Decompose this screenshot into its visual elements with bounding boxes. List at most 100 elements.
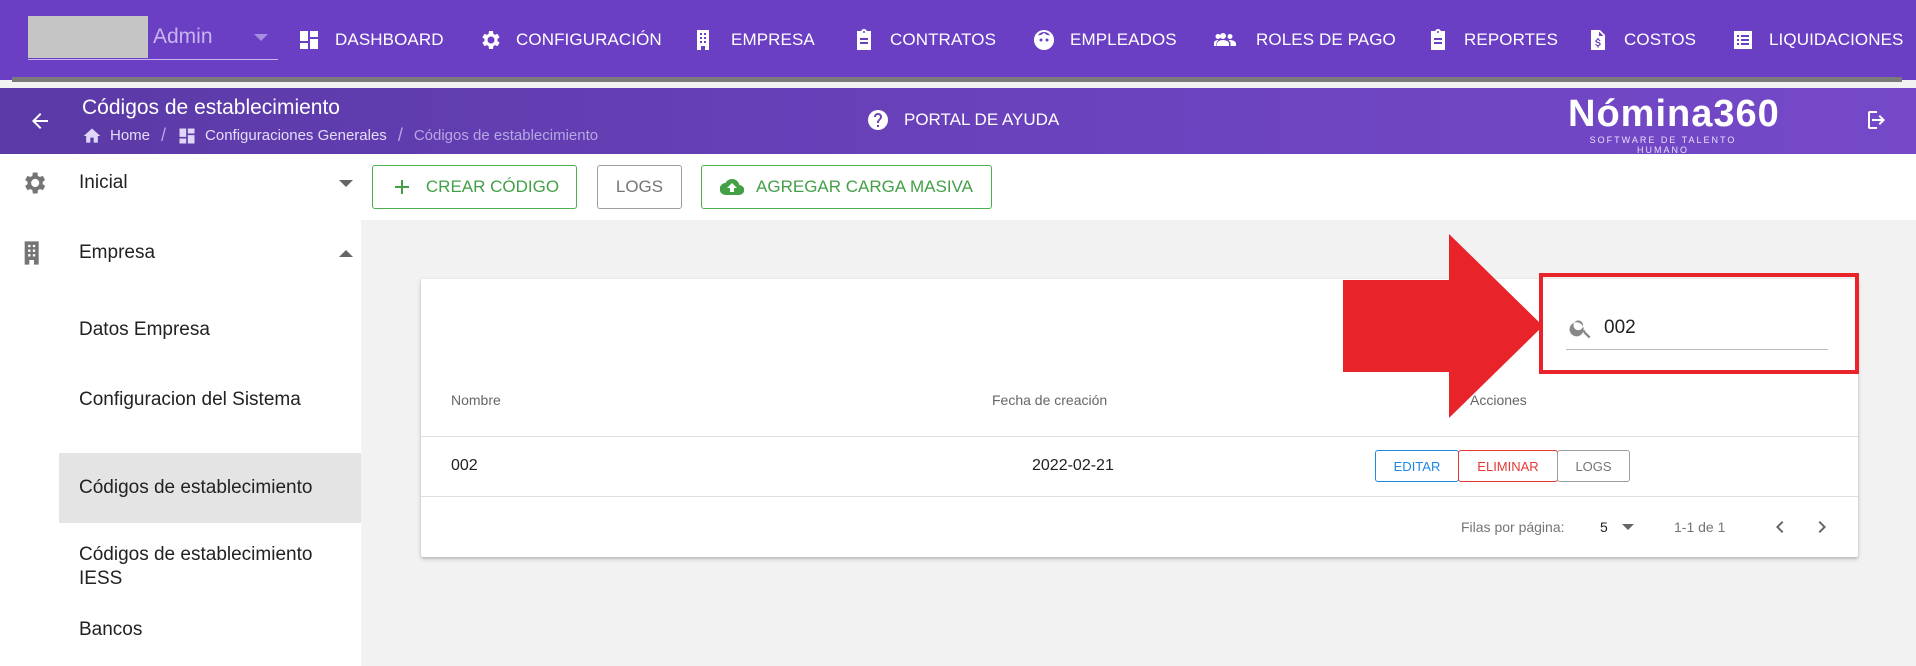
button-label: CREAR CÓDIGO <box>425 177 560 196</box>
help-portal-link[interactable]: PORTAL DE AYUDA <box>866 108 1059 132</box>
sidebar-subitem-label: Datos Empresa <box>79 319 210 340</box>
divider <box>421 496 1858 497</box>
clipboard-icon <box>1431 29 1445 50</box>
nav-label: COSTOS <box>1624 30 1697 49</box>
building-icon <box>20 239 48 267</box>
page-header: Códigos de establecimiento Home / Config… <box>0 88 1916 155</box>
home-icon <box>83 128 101 143</box>
gear-icon <box>20 169 48 197</box>
chevron-down-icon <box>1621 524 1634 530</box>
sidebar-subitem-configuracion-sistema[interactable]: Configuracion del Sistema <box>59 376 361 424</box>
pagination-range: 1-1 de 1 <box>1674 519 1726 535</box>
breadcrumb-label: Configuraciones Generales <box>205 127 387 144</box>
brand-logo: Nómina360 SOFTWARE DE TALENTO HUMANO <box>1568 93 1780 155</box>
list-icon <box>1734 31 1752 49</box>
sidebar-subitem-datos-empresa[interactable]: Datos Empresa <box>59 306 361 354</box>
nav-configuracion[interactable]: CONFIGURACIÓN <box>478 22 662 58</box>
help-icon <box>868 110 888 130</box>
next-page-button[interactable] <box>1810 515 1834 539</box>
clipboard-icon <box>857 29 871 50</box>
gear-icon <box>482 31 500 49</box>
nav-label: ROLES DE PAGO <box>1256 30 1396 49</box>
nav-dashboard[interactable]: DASHBOARD <box>297 22 444 58</box>
row-logs-button[interactable]: LOGS <box>1557 450 1630 482</box>
nav-label: CONFIGURACIÓN <box>516 30 662 49</box>
previous-page-button[interactable] <box>1768 515 1792 539</box>
scrollbar-thumb[interactable] <box>12 77 1902 82</box>
nav-label: LIQUIDACIONES <box>1769 30 1904 49</box>
edit-button[interactable]: EDITAR <box>1375 450 1459 482</box>
back-button[interactable] <box>28 109 52 133</box>
sidebar-item-label: Inicial <box>79 172 128 193</box>
help-label: PORTAL DE AYUDA <box>904 110 1060 129</box>
arrow-left-icon <box>32 113 48 129</box>
logs-button[interactable]: LOGS <box>597 165 682 209</box>
nav-label: DASHBOARD <box>335 30 444 49</box>
sidebar-subitem-label: Códigos de establecimiento <box>79 477 313 498</box>
nav-empresa[interactable]: EMPRESA <box>693 22 815 58</box>
chevron-down-icon <box>339 179 353 187</box>
cell-nombre: 002 <box>451 457 478 474</box>
plus-icon <box>394 180 409 194</box>
brand-name: Nómina360 <box>1568 93 1780 135</box>
nav-reportes[interactable]: REPORTES <box>1426 22 1558 58</box>
building-icon <box>697 30 709 50</box>
column-header-nombre[interactable]: Nombre <box>451 392 501 408</box>
horizontal-scrollbar[interactable] <box>12 77 1902 82</box>
nav-contratos[interactable]: CONTRATOS <box>852 22 996 58</box>
sidebar-item-inicial[interactable]: Inicial <box>0 166 361 200</box>
breadcrumb-home[interactable]: Home <box>82 126 150 146</box>
brand-tagline: SOFTWARE DE TALENTO HUMANO <box>1589 135 1737 155</box>
logout-icon <box>1868 111 1885 129</box>
nav-label: CONTRATOS <box>890 30 997 49</box>
red-arrow-annotation <box>1343 234 1543 418</box>
chevron-left-icon <box>1776 521 1784 533</box>
sidebar-subitem-codigos-iess[interactable]: Códigos de establecimiento IESS <box>59 532 361 602</box>
document-dollar-icon <box>1591 30 1605 50</box>
dashboard-icon <box>179 128 195 143</box>
nav-costos[interactable]: COSTOS <box>1586 22 1696 58</box>
nav-label: EMPRESA <box>731 30 815 49</box>
column-header-fecha[interactable]: Fecha de creación <box>992 392 1107 408</box>
sidebar-subitem-label: Configuracion del Sistema <box>79 389 301 410</box>
breadcrumb-current: Códigos de establecimiento <box>413 127 599 144</box>
bulk-upload-button[interactable]: AGREGAR CARGA MASIVA <box>701 165 992 209</box>
breadcrumb-label: Home <box>110 127 151 144</box>
cell-fecha: 2022-02-21 <box>1032 457 1114 474</box>
breadcrumb-configuraciones[interactable]: Configuraciones Generales <box>177 126 387 146</box>
top-navigation-bar: Admin DASHBOARD CONFIGURACIÓN EMPRESA CO… <box>0 0 1916 82</box>
people-icon <box>1214 33 1236 46</box>
breadcrumb: Home / Configuraciones Generales / Códig… <box>82 125 598 146</box>
breadcrumb-separator: / <box>161 125 167 145</box>
sidebar: Inicial Empresa Datos Empresa Configurac… <box>0 154 361 666</box>
sidebar-subitem-label: Bancos <box>79 619 143 640</box>
sidebar-subitem-codigos-establecimiento[interactable]: Códigos de establecimiento <box>59 453 361 523</box>
nav-label: EMPLEADOS <box>1070 30 1177 49</box>
delete-button[interactable]: ELIMINAR <box>1458 450 1558 482</box>
user-name: Admin <box>153 25 213 48</box>
nav-label: REPORTES <box>1464 30 1559 49</box>
dashboard-icon <box>300 31 318 49</box>
chevron-up-icon <box>339 249 353 257</box>
create-code-button[interactable]: CREAR CÓDIGO <box>372 165 577 209</box>
sidebar-item-label: Empresa <box>79 242 156 263</box>
nav-empleados[interactable]: EMPLEADOS <box>1032 22 1177 58</box>
action-toolbar: CREAR CÓDIGO LOGS AGREGAR CARGA MASIVA <box>361 154 1916 220</box>
button-label: AGREGAR CARGA MASIVA <box>756 177 973 196</box>
cloud-upload-icon <box>720 178 745 196</box>
sidebar-subitem-bancos[interactable]: Bancos <box>59 606 361 654</box>
nav-roles-de-pago[interactable]: ROLES DE PAGO <box>1210 22 1396 58</box>
sidebar-subitem-label: Códigos de establecimiento IESS <box>79 544 313 589</box>
sidebar-item-empresa[interactable]: Empresa <box>0 236 361 270</box>
button-label: LOGS <box>615 177 664 196</box>
nav-liquidaciones[interactable]: LIQUIDACIONES <box>1731 22 1904 58</box>
page-title: Códigos de establecimiento <box>82 96 340 119</box>
breadcrumb-separator: / <box>397 125 403 145</box>
user-menu[interactable]: Admin <box>28 16 278 60</box>
rows-per-page-select[interactable]: 5 <box>1600 519 1634 535</box>
logout-button[interactable] <box>1866 108 1890 132</box>
rows-per-page-value: 5 <box>1600 519 1608 535</box>
divider <box>421 436 1858 437</box>
chevron-down-icon <box>254 34 268 41</box>
chevron-right-icon <box>1818 521 1826 533</box>
